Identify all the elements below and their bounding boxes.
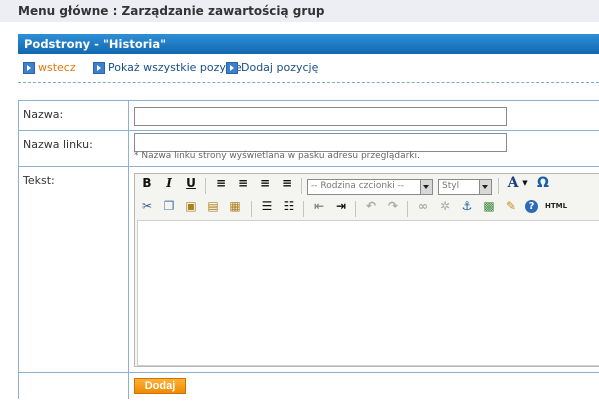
image-icon[interactable]: ▩ [481, 198, 497, 214]
submit-button[interactable]: Dodaj [134, 378, 186, 394]
chevron-down-icon [479, 180, 491, 194]
link-name-label: Nazwa linku: [19, 131, 129, 166]
bullet-list-icon[interactable]: ☰ [259, 198, 275, 214]
paste-icon[interactable]: ▣ [183, 198, 199, 214]
text-color-button[interactable]: A [505, 175, 521, 191]
back-link[interactable]: wstecz [23, 61, 76, 74]
add-item-link[interactable]: Dodaj pozycję [226, 61, 318, 74]
help-icon[interactable]: ? [525, 200, 538, 213]
show-all-link[interactable]: Pokaż wszystkie pozycje [93, 61, 242, 74]
anchor-icon[interactable]: ⚓ [459, 198, 475, 214]
font-family-select-label: -- Rodzina czcionki -- [311, 181, 405, 191]
style-select-label: Styl [442, 181, 460, 191]
caret-down-icon[interactable]: ▼ [521, 175, 529, 191]
style-select[interactable]: Styl [438, 179, 492, 195]
add-subpage-form: Nazwa: Nazwa linku: * Nazwa linku strony… [18, 100, 599, 399]
font-family-select[interactable]: -- Rodzina czcionki -- [307, 179, 433, 195]
redo-icon[interactable]: ↷ [385, 198, 401, 214]
show-all-link-label: Pokaż wszystkie pozycje [108, 61, 242, 74]
align-center-icon[interactable]: ≡ [235, 175, 251, 191]
numbered-list-icon[interactable]: ☷ [281, 198, 297, 214]
outdent-icon[interactable]: ⇤ [311, 198, 327, 214]
chevron-down-icon [420, 180, 432, 194]
top-bar: Menu główne : Zarządzanie zawartością gr… [0, 0, 599, 22]
editor-content-area[interactable] [137, 220, 599, 366]
submit-row: Dodaj [19, 373, 599, 399]
arrow-right-icon [23, 61, 35, 74]
italic-button[interactable]: I [161, 175, 177, 191]
rich-text-editor: B I U ≡ ≡ ≡ ≡ -- Rodzina czcionki -- Sty… [134, 173, 599, 367]
align-justify-icon[interactable]: ≡ [279, 175, 295, 191]
text-row: Tekst: B I U ≡ ≡ ≡ ≡ -- Rodzina czcionki… [19, 167, 599, 373]
text-label: Tekst: [19, 167, 129, 372]
cleanup-icon[interactable]: ✎ [503, 198, 519, 214]
copy-icon[interactable]: ❐ [161, 198, 177, 214]
html-source-button[interactable]: HTML [545, 198, 567, 214]
submit-row-label-cell [19, 373, 129, 399]
editor-toolbar-row-2: ✂ ❐ ▣ ▤ ▦ ☰ ☷ ⇤ ⇥ ↶ ↷ ∞ ✲ ⚓ ▩ ✎ ? HTML [135, 198, 599, 220]
link-name-row: Nazwa linku: * Nazwa linku strony wyświe… [19, 131, 599, 167]
add-item-link-label: Dodaj pozycję [241, 61, 319, 74]
breadcrumb: Menu główne : Zarządzanie zawartością gr… [18, 4, 325, 18]
undo-icon[interactable]: ↶ [363, 198, 379, 214]
panel-header: Podstrony - "Historia" [18, 34, 599, 54]
name-label: Nazwa: [19, 101, 129, 130]
link-name-input[interactable] [134, 133, 507, 152]
paste-word-icon[interactable]: ▦ [227, 198, 243, 214]
align-left-icon[interactable]: ≡ [213, 175, 229, 191]
name-input[interactable] [134, 107, 507, 126]
paste-text-icon[interactable]: ▤ [205, 198, 221, 214]
cut-icon[interactable]: ✂ [139, 198, 155, 214]
panel-nav: wstecz Pokaż wszystkie pozycje Dodaj poz… [18, 54, 599, 83]
editor-toolbar-row-1: B I U ≡ ≡ ≡ ≡ -- Rodzina czcionki -- Sty… [135, 175, 599, 197]
link-icon[interactable]: ∞ [415, 198, 431, 214]
bold-button[interactable]: B [139, 175, 155, 191]
arrow-right-icon [226, 61, 238, 74]
panel-title: Podstrony - "Historia" [24, 37, 167, 51]
align-right-icon[interactable]: ≡ [257, 175, 273, 191]
arrow-right-icon [93, 61, 105, 74]
indent-icon[interactable]: ⇥ [333, 198, 349, 214]
link-name-hint: * Nazwa linku strony wyświetlana w pasku… [134, 151, 420, 161]
back-link-label: wstecz [38, 61, 76, 74]
name-row: Nazwa: [19, 101, 599, 131]
special-char-button[interactable]: Ω [535, 175, 551, 191]
underline-button[interactable]: U [183, 175, 199, 191]
unlink-icon[interactable]: ✲ [437, 198, 453, 214]
